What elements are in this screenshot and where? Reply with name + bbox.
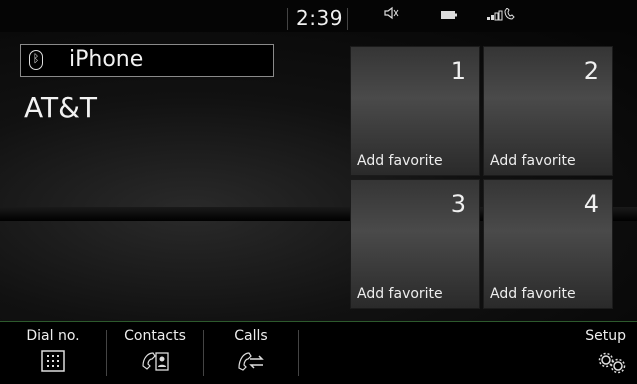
gears-icon [597, 352, 627, 378]
tab-contacts[interactable]: Contacts [107, 322, 203, 384]
status-divider [347, 8, 348, 30]
tab-label: Dial no. [26, 328, 80, 344]
favorite-number: 2 [583, 57, 599, 85]
favorite-label: Add favorite [357, 286, 443, 302]
favorite-number: 1 [450, 57, 466, 85]
tab-setup[interactable]: Setup [570, 322, 637, 384]
signal-phone-icon [487, 7, 517, 25]
favorite-tile-4[interactable]: 4 Add favorite [483, 179, 613, 309]
speaker-muted-icon [383, 6, 399, 23]
favorite-tile-1[interactable]: 1 Add favorite [350, 46, 480, 176]
tab-dial-number[interactable]: Dial no. [0, 322, 106, 384]
favorite-number: 3 [450, 190, 466, 218]
keypad-icon [0, 350, 106, 376]
tab-divider [298, 330, 299, 376]
carrier-name: AT&T [24, 91, 98, 124]
tab-calls[interactable]: Calls [204, 322, 298, 384]
favorite-tile-2[interactable]: 2 Add favorite [483, 46, 613, 176]
device-selector[interactable]: ᛒ iPhone [20, 44, 274, 77]
favorite-label: Add favorite [357, 153, 443, 169]
phone-screen: 2:39 ᛒ iPhone AT&T 1 Add favorite 2 Add … [0, 0, 637, 384]
bluetooth-icon: ᛒ [29, 50, 43, 70]
contacts-icon [107, 350, 203, 376]
tab-label: Contacts [124, 328, 186, 344]
calls-icon [204, 350, 298, 376]
battery-icon [441, 9, 457, 23]
status-divider [287, 8, 288, 30]
status-bar: 2:39 [0, 0, 637, 32]
favorite-label: Add favorite [490, 286, 576, 302]
device-name: iPhone [69, 47, 144, 72]
tab-label: Calls [234, 328, 268, 344]
clock: 2:39 [296, 6, 343, 30]
tab-label: Setup [585, 328, 626, 344]
favorite-label: Add favorite [490, 153, 576, 169]
favorite-number: 4 [583, 190, 599, 218]
bottom-tab-bar: Dial no. Contacts Calls Setup [0, 321, 637, 384]
favorite-tile-3[interactable]: 3 Add favorite [350, 179, 480, 309]
